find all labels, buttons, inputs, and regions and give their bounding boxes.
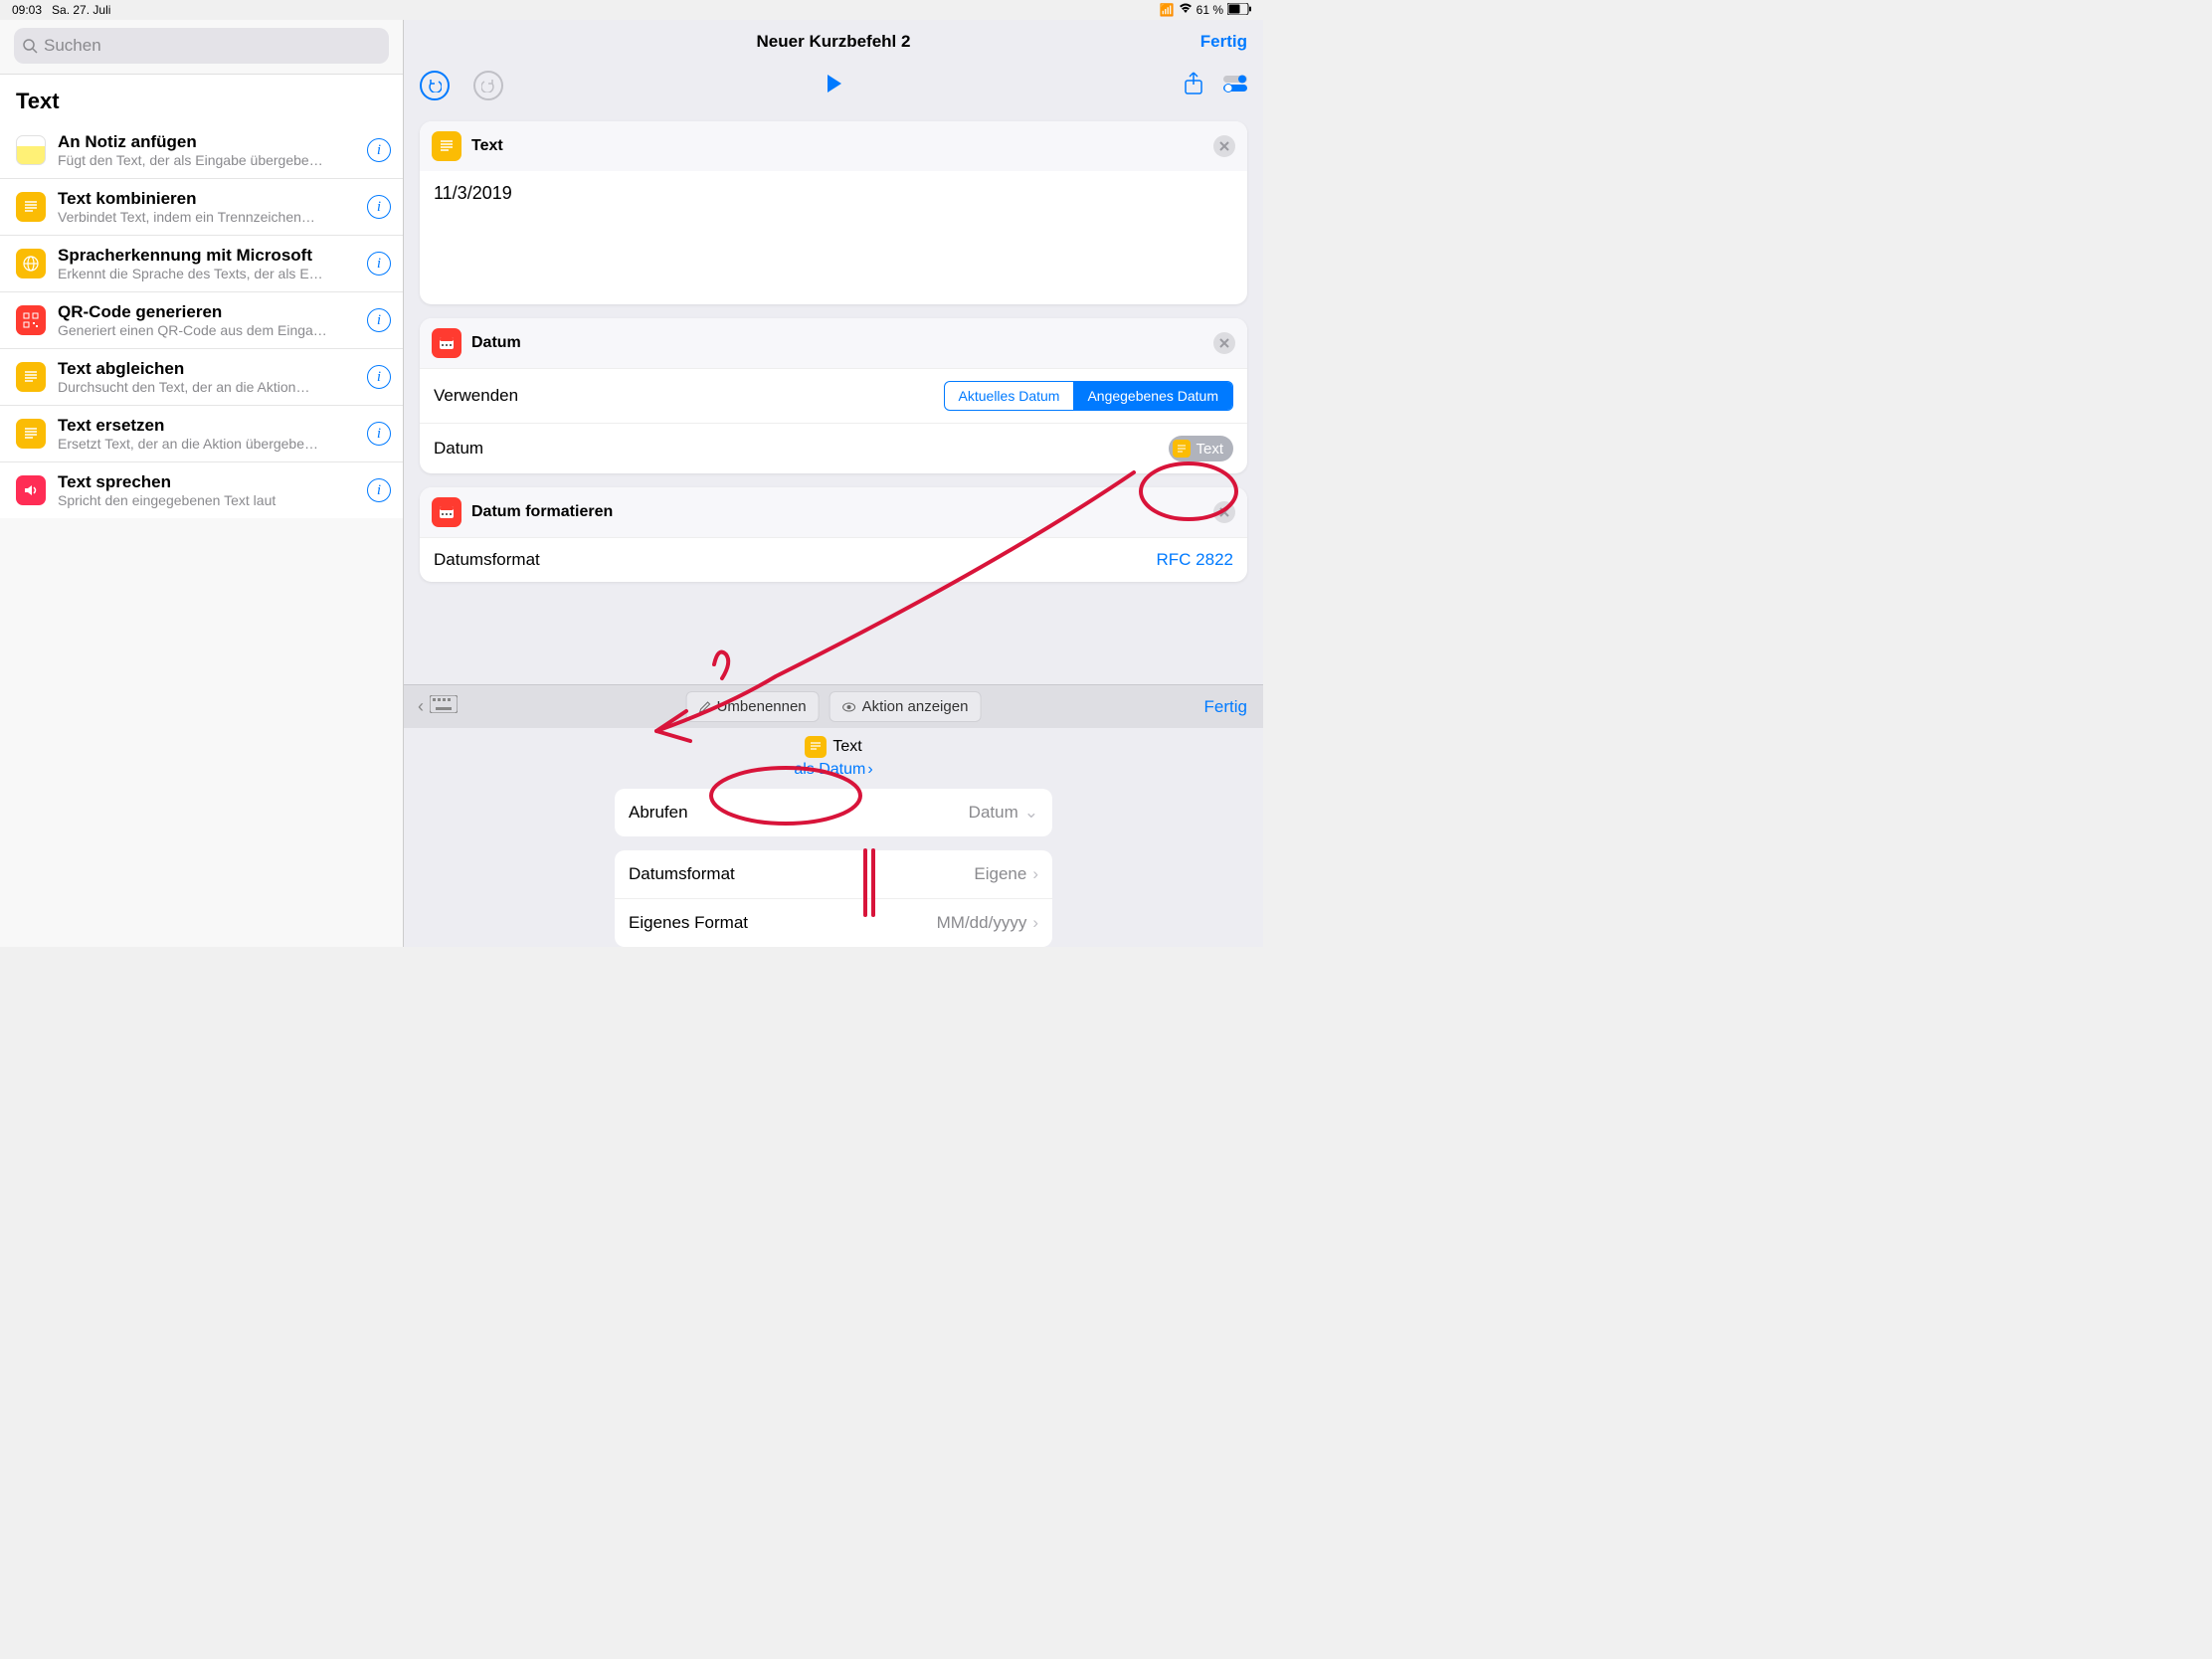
text-input[interactable]: 11/3/2019 — [434, 183, 1233, 292]
text-icon — [16, 192, 46, 222]
info-icon[interactable]: i — [367, 308, 391, 332]
battery-percent: 61 % — [1197, 3, 1223, 17]
kb-done-button[interactable]: Fertig — [1204, 697, 1247, 717]
main-header: Neuer Kurzbefehl 2 Fertig — [404, 20, 1263, 64]
sidebar: Suchen Text An Notiz anfügenFügt den Tex… — [0, 20, 404, 947]
search-icon — [22, 38, 38, 54]
status-time: 09:03 — [12, 3, 42, 17]
text-icon — [1173, 440, 1191, 458]
editor-toolbar — [404, 64, 1263, 107]
close-icon[interactable] — [1213, 135, 1235, 157]
action-item-sprechen[interactable]: Text sprechenSpricht den eingegebenen Te… — [0, 462, 403, 518]
chevron-right-icon: › — [867, 761, 872, 779]
text-icon — [805, 736, 827, 758]
action-card-format-date[interactable]: Datum formatieren Datumsformat RFC 2822 — [420, 487, 1247, 582]
segment-given[interactable]: Angegebenes Datum — [1073, 382, 1232, 410]
action-item-spracherkennung[interactable]: Spracherkennung mit MicrosoftErkennt die… — [0, 236, 403, 292]
segmented-control[interactable]: Aktuelles Datum Angegebenes Datum — [944, 381, 1233, 411]
info-icon[interactable]: i — [367, 138, 391, 162]
action-item-notiz[interactable]: An Notiz anfügenFügt den Text, der als E… — [0, 122, 403, 179]
info-icon[interactable]: i — [367, 365, 391, 389]
chevron-right-icon: › — [1032, 913, 1038, 933]
action-item-ersetzen[interactable]: Text ersetzenErsetzt Text, der an die Ak… — [0, 406, 403, 462]
settings-button[interactable] — [1223, 75, 1247, 97]
settings-row-eigenes-format[interactable]: Eigenes Format MM/dd/yyyy› — [615, 899, 1052, 947]
variable-name: Text — [832, 738, 861, 756]
action-list: An Notiz anfügenFügt den Text, der als E… — [0, 122, 403, 518]
variable-settings: Abrufen Datum⌄ — [615, 789, 1052, 836]
variable-settings-panel: Text als Datum› Abrufen Datum⌄ Datumsfor… — [404, 728, 1263, 947]
format-value[interactable]: RFC 2822 — [1157, 550, 1233, 570]
info-icon[interactable]: i — [367, 195, 391, 219]
info-icon[interactable]: i — [367, 252, 391, 276]
keyboard-icon[interactable] — [430, 695, 458, 718]
show-action-button[interactable]: Aktion anzeigen — [830, 691, 982, 722]
text-icon — [432, 131, 461, 161]
pencil-icon — [699, 701, 711, 713]
close-icon[interactable] — [1213, 501, 1235, 523]
settings-row-datumsformat[interactable]: Datumsformat Eigene› — [615, 850, 1052, 899]
variable-as-button[interactable]: als Datum› — [794, 761, 872, 779]
variable-format-settings: Datumsformat Eigene› Eigenes Format MM/d… — [615, 850, 1052, 947]
shortcut-title: Neuer Kurzbefehl 2 — [757, 32, 911, 52]
calendar-icon — [432, 497, 461, 527]
share-button[interactable] — [1184, 72, 1203, 100]
main-panel: Neuer Kurzbefehl 2 Fertig Text 11/3/2019 — [404, 20, 1263, 947]
play-button[interactable] — [823, 73, 844, 99]
speaker-icon — [16, 475, 46, 505]
chevron-right-icon: › — [1032, 864, 1038, 884]
sidebar-title: Text — [0, 74, 403, 122]
chevron-left-icon[interactable]: ‹ — [418, 696, 424, 717]
action-item-kombinieren[interactable]: Text kombinierenVerbindet Text, indem ei… — [0, 179, 403, 236]
status-date: Sa. 27. Juli — [52, 3, 110, 17]
action-card-text[interactable]: Text 11/3/2019 — [420, 121, 1247, 304]
notes-icon — [16, 135, 46, 165]
segment-current[interactable]: Aktuelles Datum — [945, 382, 1074, 410]
done-button[interactable]: Fertig — [1200, 32, 1247, 52]
search-input[interactable]: Suchen — [14, 28, 389, 64]
qr-icon — [16, 305, 46, 335]
search-placeholder: Suchen — [44, 36, 101, 56]
close-icon[interactable] — [1213, 332, 1235, 354]
workflow-canvas: Text 11/3/2019 Datum Verwenden Aktuelles… — [404, 107, 1263, 684]
calendar-icon — [432, 328, 461, 358]
action-item-abgleichen[interactable]: Text abgleichenDurchsucht den Text, der … — [0, 349, 403, 406]
eye-icon — [842, 702, 856, 712]
redo-button — [473, 71, 503, 100]
signal-icon: 📶 — [1160, 3, 1175, 17]
text-icon — [16, 362, 46, 392]
battery-icon — [1227, 3, 1251, 18]
variable-pill[interactable]: Text — [1169, 436, 1233, 461]
wifi-icon — [1179, 3, 1193, 17]
info-icon[interactable]: i — [367, 422, 391, 446]
text-icon — [16, 419, 46, 449]
undo-button[interactable] — [420, 71, 450, 100]
status-bar: 09:03 Sa. 27. Juli 📶 61 % — [0, 0, 1263, 20]
action-card-date[interactable]: Datum Verwenden Aktuelles Datum Angegebe… — [420, 318, 1247, 473]
globe-icon — [16, 249, 46, 278]
rename-button[interactable]: Umbenennen — [686, 691, 820, 722]
chevron-down-icon: ⌄ — [1024, 803, 1038, 823]
action-item-qrcode[interactable]: QR-Code generierenGeneriert einen QR-Cod… — [0, 292, 403, 349]
settings-row-abrufen[interactable]: Abrufen Datum⌄ — [615, 789, 1052, 836]
info-icon[interactable]: i — [367, 478, 391, 502]
keyboard-toolbar: ‹ Umbenennen Aktion anzeigen Fertig — [404, 684, 1263, 728]
